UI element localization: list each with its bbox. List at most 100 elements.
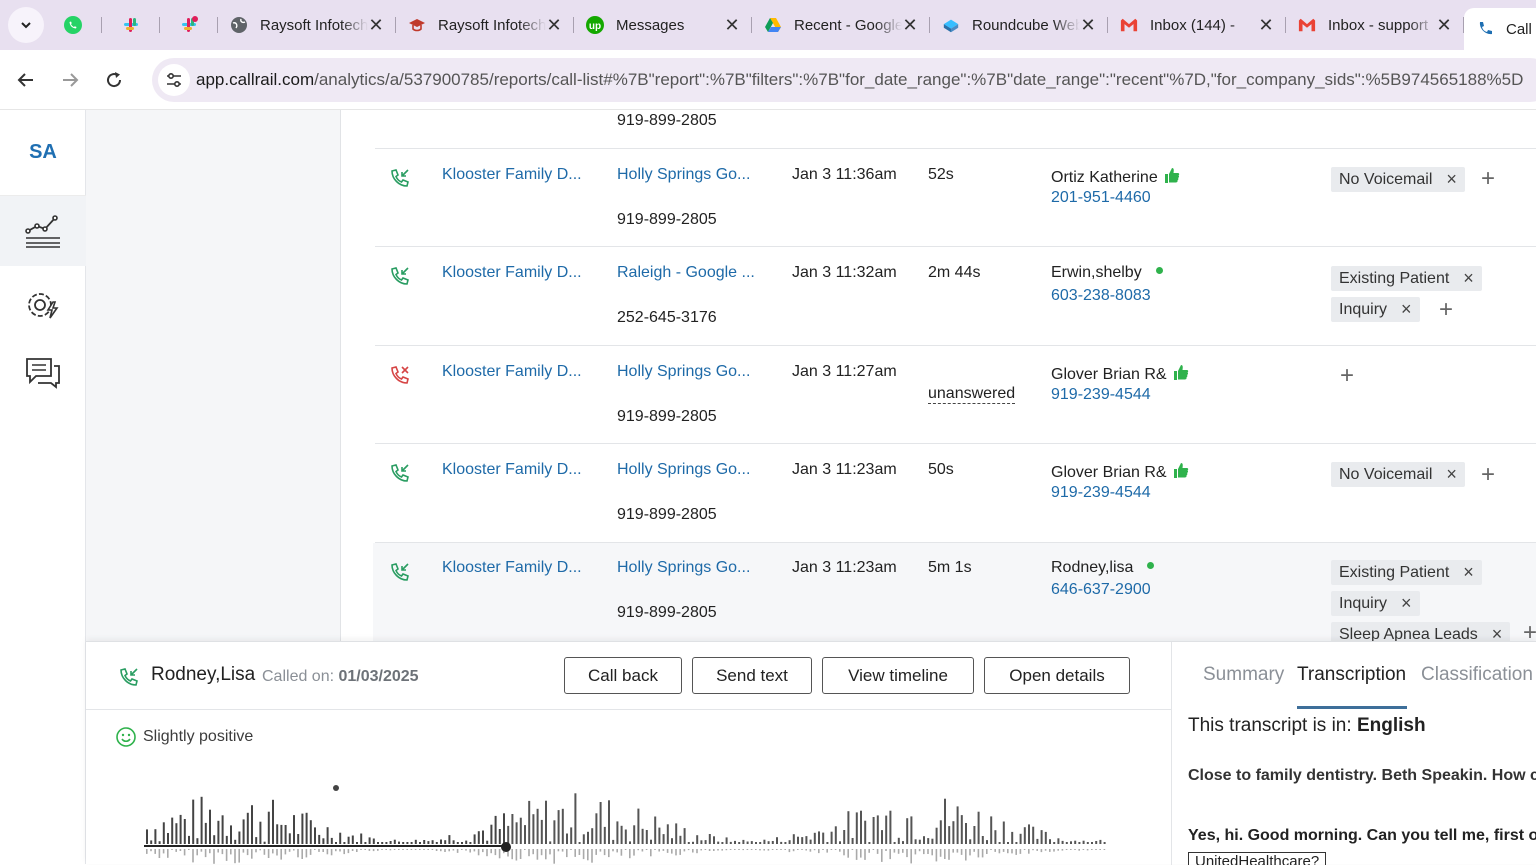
browser-tab-active[interactable]: Call <box>1464 8 1536 50</box>
pinned-tab-slack-1[interactable] <box>102 7 160 43</box>
caller-phone[interactable]: 919-239-4544 <box>1051 386 1151 404</box>
address-bar[interactable]: app.callrail.com/analytics/a/537900785/r… <box>152 58 1536 102</box>
table-row[interactable]: Klooster Family D... Holly Springs Go...… <box>375 149 1536 247</box>
browser-tab[interactable]: Inbox (144) - ✕ <box>1108 7 1286 43</box>
back-button[interactable] <box>6 60 46 100</box>
sidebar-item-automation[interactable] <box>0 270 86 340</box>
browser-tab[interactable]: Roundcube Webmail ✕ <box>930 7 1108 43</box>
waveform-bar-secondary <box>847 849 849 858</box>
call-detail-panel: Rodney,Lisa Called on: 01/03/2025 Call b… <box>86 641 1536 865</box>
forward-button[interactable] <box>50 60 90 100</box>
caller-name-cell: Glover Brian R& <box>1051 363 1189 384</box>
tab-classification[interactable]: Classification <box>1421 664 1533 686</box>
caller-phone[interactable]: 646-637-2900 <box>1051 581 1151 599</box>
open-details-button[interactable]: Open details <box>984 657 1130 694</box>
tracking-number: 919-899-2805 <box>617 211 717 228</box>
waveform-bar <box>1015 842 1018 844</box>
pinned-tab-slack-2[interactable] <box>160 7 218 43</box>
add-tag-button[interactable]: + <box>1340 364 1354 388</box>
tune-icon <box>167 72 181 88</box>
tab-summary[interactable]: Summary <box>1203 664 1284 686</box>
waveform-bar <box>956 806 959 844</box>
tab-search-button[interactable] <box>8 7 44 43</box>
reload-button[interactable] <box>94 60 134 100</box>
view-timeline-button[interactable]: View timeline <box>822 657 974 694</box>
source-link[interactable]: Holly Springs Go... <box>617 559 750 577</box>
sidebar-item-analytics[interactable] <box>0 196 86 266</box>
send-text-button[interactable]: Send text <box>692 657 812 694</box>
tag-chip: No Voicemail × <box>1331 462 1465 487</box>
table-row[interactable]: 919-899-2805 <box>375 110 1536 149</box>
waveform-bar-secondary <box>595 849 597 855</box>
table-row[interactable]: Klooster Family D... Holly Springs Go...… <box>375 444 1536 543</box>
remove-tag-icon[interactable]: × <box>1463 562 1474 583</box>
waveform-bar-secondary <box>784 849 786 850</box>
waveform-bar-secondary <box>725 849 728 851</box>
remove-tag-icon[interactable]: × <box>1492 624 1503 641</box>
close-tab-icon[interactable]: ✕ <box>368 16 384 34</box>
caller-phone[interactable]: 603-238-8083 <box>1051 287 1151 305</box>
add-tag-button[interactable]: + <box>1481 463 1495 487</box>
waveform-bar-secondary <box>910 849 912 864</box>
add-tag-button[interactable]: + <box>1481 167 1495 191</box>
source-link[interactable]: Holly Springs Go... <box>617 166 750 184</box>
browser-tab[interactable]: Recent - Google Drive ✕ <box>752 7 930 43</box>
source-link[interactable]: Holly Springs Go... <box>617 461 750 479</box>
add-tag-button[interactable]: + <box>1523 621 1536 642</box>
waveform-bar-secondary <box>881 849 883 862</box>
waveform-bar <box>293 815 295 844</box>
waveform-bar <box>570 827 573 844</box>
audio-waveform[interactable] <box>144 782 1112 865</box>
table-row[interactable]: Klooster Family D... Raleigh - Google ..… <box>375 247 1536 346</box>
account-initials[interactable]: SA <box>0 110 86 196</box>
source-link[interactable]: Raleigh - Google ... <box>617 264 755 282</box>
chat-icon <box>26 358 60 389</box>
waveform-bar-secondary <box>1078 849 1080 851</box>
close-tab-icon[interactable]: ✕ <box>546 16 562 34</box>
waveform-bar-secondary <box>351 849 354 851</box>
waveform-marker[interactable] <box>333 785 339 791</box>
remove-tag-icon[interactable]: × <box>1446 169 1457 190</box>
company-link[interactable]: Klooster Family D... <box>442 363 582 381</box>
company-link[interactable]: Klooster Family D... <box>442 461 582 479</box>
browser-tab[interactable]: Raysoft Infotech ✕ <box>218 7 396 43</box>
sidebar-item-messages[interactable] <box>0 338 86 408</box>
site-info-button[interactable] <box>158 64 190 96</box>
close-tab-icon[interactable]: ✕ <box>902 16 918 34</box>
company-link[interactable]: Klooster Family D... <box>442 166 582 184</box>
company-link[interactable]: Klooster Family D... <box>442 264 582 282</box>
upwork-icon: up <box>586 16 604 34</box>
close-tab-icon[interactable]: ✕ <box>1080 16 1096 34</box>
waveform-bar-secondary <box>603 849 606 856</box>
add-tag-button[interactable]: + <box>1439 298 1453 322</box>
company-link[interactable]: Klooster Family D... <box>442 559 582 577</box>
close-tab-icon[interactable]: ✕ <box>724 16 740 34</box>
waveform-bar <box>171 817 174 844</box>
browser-tab[interactable]: Inbox - support ✕ <box>1286 7 1464 43</box>
close-tab-icon[interactable]: ✕ <box>1258 16 1274 34</box>
waveform-bar <box>986 840 988 844</box>
close-tab-icon[interactable]: ✕ <box>1436 16 1452 34</box>
waveform-bar <box>797 836 799 844</box>
source-link[interactable]: Holly Springs Go... <box>617 363 750 381</box>
waveform-bar <box>322 838 325 844</box>
table-row[interactable]: Klooster Family D... Holly Springs Go...… <box>375 346 1536 444</box>
remove-tag-icon[interactable]: × <box>1446 464 1457 485</box>
table-row-selected[interactable]: Klooster Family D... Holly Springs Go...… <box>373 543 1536 641</box>
playback-scrubber-handle[interactable] <box>501 842 511 852</box>
waveform-bar <box>834 826 837 844</box>
remove-tag-icon[interactable]: × <box>1463 268 1474 289</box>
tab-transcription[interactable]: Transcription <box>1297 664 1406 686</box>
pinned-tab-whatsapp[interactable] <box>44 7 102 43</box>
caller-phone[interactable]: 201-951-4460 <box>1051 189 1151 207</box>
browser-tab[interactable]: Raysoft Infotech ✕ <box>396 7 574 43</box>
remove-tag-icon[interactable]: × <box>1401 593 1412 614</box>
browser-tab[interactable]: up Messages ✕ <box>574 7 752 43</box>
remove-tag-icon[interactable]: × <box>1401 299 1412 320</box>
waveform-bar <box>923 836 925 844</box>
call-back-button[interactable]: Call back <box>564 657 682 694</box>
tag-chip: Inquiry × <box>1331 297 1420 322</box>
caller-phone[interactable]: 919-239-4544 <box>1051 484 1151 502</box>
waveform-bar-secondary <box>146 849 148 854</box>
waveform-bar <box>616 821 619 844</box>
